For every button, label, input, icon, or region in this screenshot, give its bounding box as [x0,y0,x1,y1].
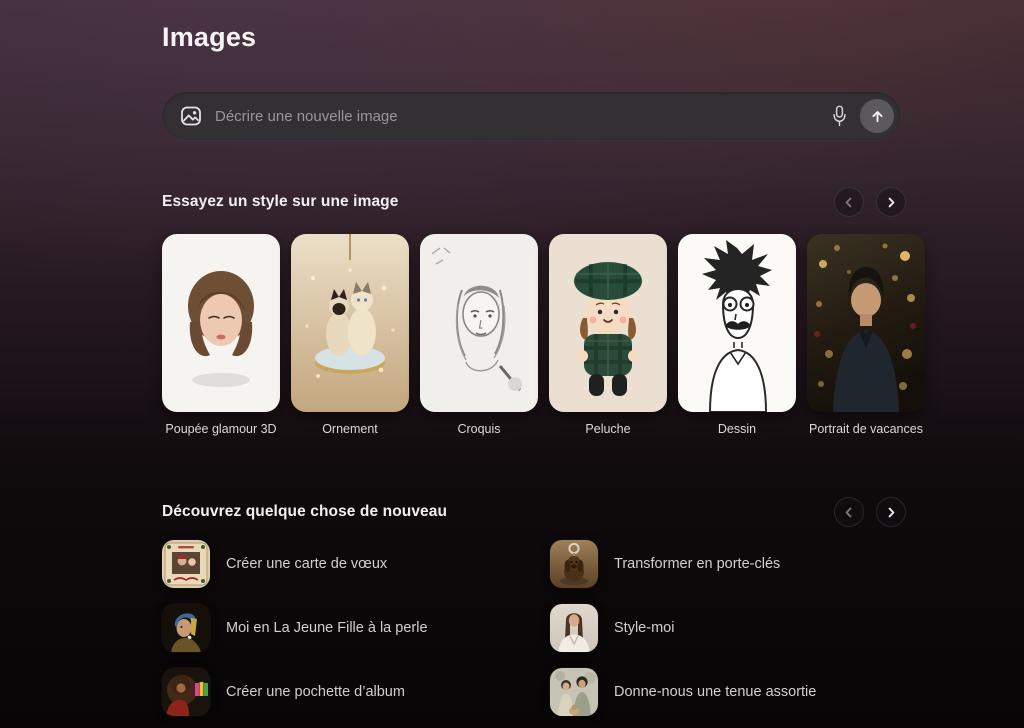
thumb-girl-with-pearl-earring [162,604,210,652]
discover-carousel-nav [834,497,906,527]
style-card-peluche[interactable]: Peluche [549,234,667,438]
discover-next-button[interactable] [876,497,906,527]
discover-item-pearl-girl[interactable]: Moi en La Jeune Fille à la perle [162,604,550,652]
styles-next-button[interactable] [876,187,906,217]
arrow-up-icon [870,109,885,124]
discover-item-label: Donne-nous une tenue assortie [614,684,816,700]
style-card-ornament[interactable]: Ornement [291,234,409,438]
thumb-woman-white-outfit [550,604,598,652]
photo-icon[interactable] [180,105,202,127]
chevron-left-icon [844,507,854,518]
style-card-label: Dessin [678,421,796,438]
style-card-label: Portrait de vacances [807,421,925,438]
discover-section-header: Découvrez quelque chose de nouveau [162,496,906,528]
chevron-right-icon [886,507,896,518]
style-card-label: Ornement [291,421,409,438]
style-card-dessin[interactable]: Dessin [678,234,796,438]
chevron-right-icon [886,197,896,208]
styles-section-header: Essayez un style sur une image [162,186,906,218]
thumb-dog-keychain [550,540,598,588]
discover-item-label: Moi en La Jeune Fille à la perle [226,620,428,636]
style-card-glamour-doll-3d[interactable]: Poupée glamour 3D [162,234,280,438]
microphone-icon[interactable] [831,104,848,128]
style-card-image-holiday-portrait [807,234,925,412]
discover-item-greeting-card[interactable]: Créer une carte de vœux [162,540,550,588]
discover-item-album-cover[interactable]: Créer une pochette d’album [162,668,550,716]
style-card-image-pencil-sketch [420,234,538,412]
discover-item-matching-outfit[interactable]: Donne-nous une tenue assortie [550,668,906,716]
styles-section-title: Essayez un style sur une image [162,193,398,211]
style-card-image-plush-doll [549,234,667,412]
thumb-album-cover [162,668,210,716]
style-card-croquis[interactable]: Croquis [420,234,538,438]
style-card-image-siamese-cats-ornament [291,234,409,412]
style-card-label: Poupée glamour 3D [162,421,280,438]
discover-items-grid: Créer une carte de vœux Moi en La Jeune … [162,540,906,716]
discover-item-keychain[interactable]: Transformer en porte-clés [550,540,906,588]
discover-item-label: Créer une carte de vœux [226,556,387,572]
style-card-label: Peluche [549,421,667,438]
chevron-left-icon [844,197,854,208]
thumb-holiday-greeting-card [162,540,210,588]
discover-section-title: Découvrez quelque chose de nouveau [162,503,447,521]
discover-item-style-me[interactable]: Style-moi [550,604,906,652]
style-card-image-cartoon-drawing [678,234,796,412]
send-button[interactable] [860,99,894,133]
discover-prev-button[interactable] [834,497,864,527]
image-playground-window: Images Essayez un style sur une image [0,0,1024,728]
discover-item-label: Créer une pochette d’album [226,684,405,700]
discover-item-label: Style-moi [614,620,674,636]
style-card-label: Croquis [420,421,538,438]
prompt-input[interactable] [215,108,825,125]
styles-carousel-nav [834,187,906,217]
style-card-portrait-vacances[interactable]: Portrait de vacances [807,234,925,438]
style-card-image-glamour-doll [162,234,280,412]
prompt-bar[interactable] [162,92,901,140]
page-title: Images [162,22,256,53]
style-cards-carousel: Poupée glamour 3D [162,234,925,438]
thumb-matching-outfits-couple [550,668,598,716]
styles-prev-button[interactable] [834,187,864,217]
discover-item-label: Transformer en porte-clés [614,556,780,572]
